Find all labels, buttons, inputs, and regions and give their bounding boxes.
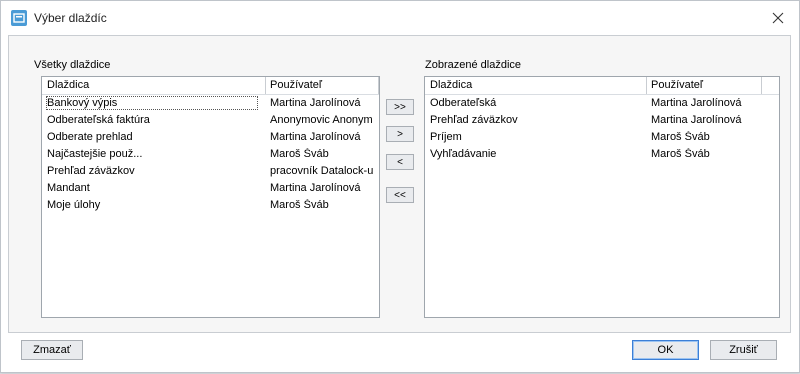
tile-name: Odberate prehlad [47, 131, 133, 143]
column-divider[interactable] [761, 77, 762, 94]
all-tiles-label: Všetky dlaždice [34, 59, 111, 71]
list-item[interactable]: Najčastejšie použ... Maroš Šváb [42, 146, 379, 163]
list-item[interactable]: Mandant Martina Jarolínová [42, 180, 379, 197]
shown-tiles-label: Zobrazené dlaždice [425, 59, 522, 71]
tile-user: Martina Jarolínová [270, 97, 361, 109]
list-item[interactable]: Prehľad záväzkov pracovník Datalock-u [42, 163, 379, 180]
tile-user: Martina Jarolínová [270, 131, 361, 143]
ok-button[interactable]: OK [632, 340, 699, 360]
shown-tiles-list[interactable]: Dlaždica Používateľ Odberateľská Martina… [424, 76, 780, 318]
remove-all-button[interactable]: << [386, 187, 414, 203]
tile-name: Vyhľadávanie [430, 148, 497, 160]
list-item[interactable]: Odberate prehlad Martina Jarolínová [42, 129, 379, 146]
tile-user: Maroš Šváb [270, 199, 329, 211]
col-header-user[interactable]: Používateľ [270, 79, 322, 91]
list-item[interactable]: Moje úlohy Maroš Šváb [42, 197, 379, 214]
tile-name: Prehľad záväzkov [47, 165, 135, 177]
tile-name: Moje úlohy [47, 199, 101, 211]
add-all-button[interactable]: >> [386, 99, 414, 115]
remove-button[interactable]: < [386, 154, 414, 170]
tile-user: Martina Jarolínová [270, 182, 361, 194]
cancel-button[interactable]: Zrušiť [710, 340, 777, 360]
window-title: Výber dlaždíc [34, 11, 107, 25]
title-bar: Výber dlaždíc [1, 1, 799, 35]
list-item[interactable]: Vyhľadávanie Maroš Šváb [425, 146, 779, 163]
close-icon [772, 12, 784, 24]
tile-name: Odberateľská faktúra [47, 114, 150, 126]
close-button[interactable] [763, 5, 793, 31]
all-tiles-header: Dlaždica Používateľ [42, 77, 379, 95]
list-item[interactable]: Prehľad záväzkov Martina Jarolínová [425, 112, 779, 129]
tile-name: Mandant [47, 182, 90, 194]
tile-user: Anonymovic Anonym [270, 114, 373, 126]
dialog-content: Všetky dlaždice Dlaždica Používateľ Bank… [8, 35, 791, 333]
delete-button[interactable]: Zmazať [21, 340, 83, 360]
tile-user: Maroš Šváb [270, 148, 329, 160]
column-divider[interactable] [265, 77, 266, 94]
col-header-tile[interactable]: Dlaždica [47, 79, 89, 91]
tile-name: Bankový výpis [46, 96, 258, 110]
column-divider[interactable] [378, 77, 379, 94]
add-button[interactable]: > [386, 126, 414, 142]
list-item[interactable]: Bankový výpis Martina Jarolínová [42, 95, 379, 112]
shown-tiles-rows: Odberateľská Martina Jarolínová Prehľad … [425, 95, 779, 163]
all-tiles-list[interactable]: Dlaždica Používateľ Bankový výpis Martin… [41, 76, 380, 318]
tile-user: pracovník Datalock-u [270, 165, 374, 177]
list-item[interactable]: Odberateľská Martina Jarolínová [425, 95, 779, 112]
tile-selection-dialog: Výber dlaždíc Všetky dlaždice Dlaždica P… [0, 0, 800, 373]
app-window-icon [11, 10, 27, 26]
tile-name: Prehľad záväzkov [430, 114, 518, 126]
tile-name: Najčastejšie použ... [47, 148, 143, 160]
col-header-user[interactable]: Používateľ [651, 79, 703, 91]
list-item[interactable]: Odberateľská faktúra Anonymovic Anonym [42, 112, 379, 129]
shown-tiles-header: Dlaždica Používateľ [425, 77, 779, 95]
tile-user: Martina Jarolínová [651, 97, 742, 109]
list-item[interactable]: Príjem Maroš Šváb [425, 129, 779, 146]
tile-name: Odberateľská [430, 97, 497, 109]
all-tiles-rows: Bankový výpis Martina Jarolínová Odberat… [42, 95, 379, 214]
tile-user: Martina Jarolínová [651, 114, 742, 126]
col-header-tile[interactable]: Dlaždica [430, 79, 472, 91]
tile-user: Maroš Šváb [651, 148, 710, 160]
tile-name: Príjem [430, 131, 462, 143]
column-divider[interactable] [646, 77, 647, 94]
tile-user: Maroš Šváb [651, 131, 710, 143]
